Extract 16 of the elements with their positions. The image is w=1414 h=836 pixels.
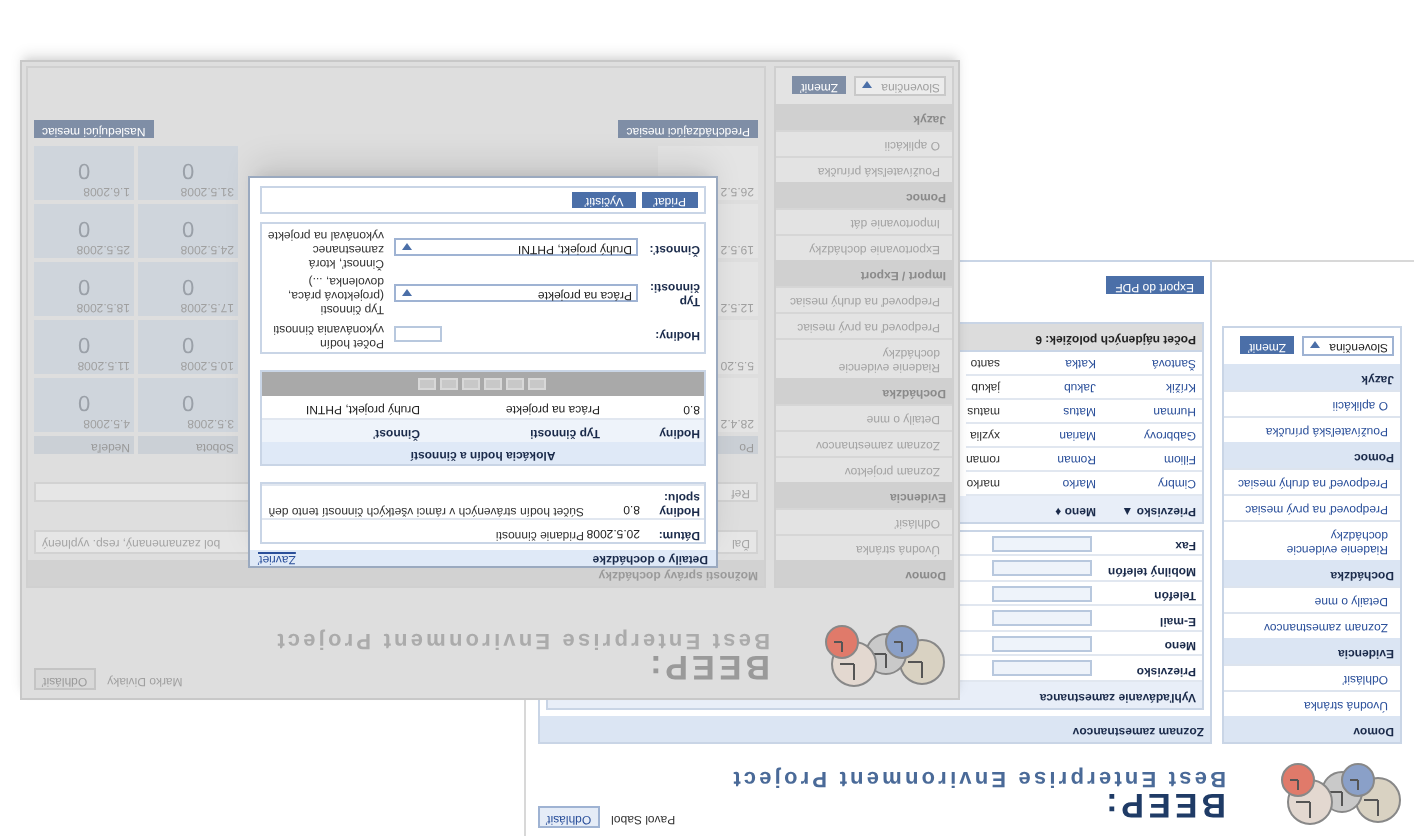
input-field[interactable] bbox=[992, 560, 1092, 577]
clock-logo bbox=[825, 625, 945, 687]
input-field[interactable] bbox=[992, 535, 1092, 552]
input-field[interactable] bbox=[992, 660, 1092, 677]
clock-logo bbox=[1281, 763, 1401, 825]
hours-input-field[interactable] bbox=[394, 326, 442, 342]
logo-subtitle: Best Enterprise Environment Project bbox=[730, 766, 1226, 788]
dropdown-arrow-icon bbox=[1308, 339, 1322, 353]
dropdown-arrow-icon bbox=[400, 286, 414, 300]
dropdown-arrow-icon bbox=[860, 79, 874, 93]
input-field[interactable] bbox=[992, 585, 1092, 602]
logo-title: BEEP: bbox=[646, 650, 770, 684]
logo-title: BEEP: bbox=[1102, 788, 1226, 822]
dropdown-arrow-icon bbox=[400, 240, 414, 254]
input-field[interactable] bbox=[992, 610, 1092, 627]
input-field[interactable] bbox=[992, 635, 1092, 652]
